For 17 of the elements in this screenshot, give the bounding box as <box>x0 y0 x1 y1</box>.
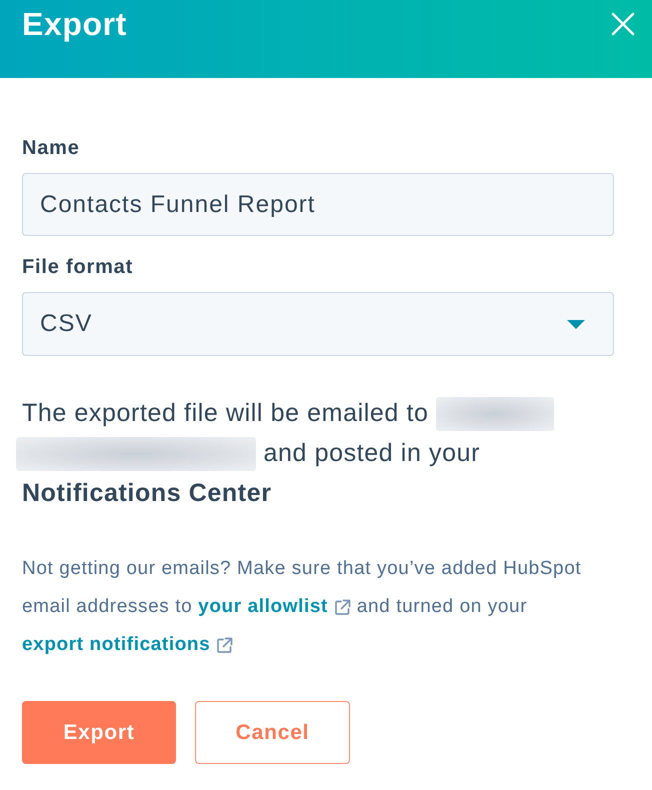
help-link[interactable]: your allowlist <box>198 595 351 619</box>
help-text: Not getting our emails? Make sure that you’ve added HubSpot email addresses to your allowlist and turned on your export notifications <box>22 557 582 659</box>
caret-icon <box>567 320 585 328</box>
notice-text: and posted in your <box>264 439 480 467</box>
cancel-button[interactable]: Cancel <box>195 701 350 764</box>
name-field[interactable]: Contacts Funnel Report <box>22 173 614 236</box>
notice-text: The exported file will be emailed to <box>22 399 429 427</box>
dialog-title: Export <box>22 5 127 43</box>
external-link-icon <box>334 598 351 616</box>
external-link-icon <box>216 636 234 654</box>
field-label: Name <box>22 136 80 160</box>
help-link[interactable]: export notifications <box>22 633 234 657</box>
notice-text: Notifications Center <box>22 478 272 509</box>
export-button[interactable]: Export <box>22 701 176 764</box>
close-icon <box>611 12 635 36</box>
field-label: File format <box>22 255 134 279</box>
format-dropdown[interactable]: CSV <box>22 292 614 356</box>
